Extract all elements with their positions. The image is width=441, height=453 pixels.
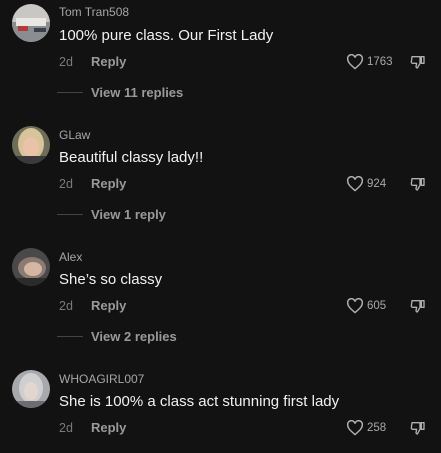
like-button[interactable]: 924 [346, 176, 386, 192]
dislike-button[interactable] [410, 298, 426, 319]
reply-button[interactable]: Reply [91, 54, 126, 69]
thumbs-down-icon [410, 422, 425, 435]
avatar[interactable] [12, 4, 50, 42]
avatar[interactable] [12, 248, 50, 286]
heart-outline-icon [346, 420, 364, 436]
heart-outline-icon [346, 54, 364, 70]
reply-button[interactable]: Reply [91, 298, 126, 313]
comment-text: Beautiful classy lady!! [59, 149, 204, 166]
thumbs-down-icon [410, 178, 425, 191]
view-replies-label: View 2 replies [91, 329, 177, 344]
like-count: 924 [367, 178, 387, 190]
comment-timestamp: 2d [59, 177, 73, 191]
like-count: 1763 [367, 56, 393, 68]
divider [57, 214, 83, 215]
comment-username[interactable]: WHOAGIRL007 [59, 372, 144, 386]
like-button[interactable]: 258 [346, 420, 386, 436]
dislike-button[interactable] [410, 54, 426, 75]
comment-text: She’s so classy [59, 271, 163, 288]
dislike-button[interactable] [410, 176, 426, 197]
reply-button[interactable]: Reply [91, 176, 126, 191]
avatar[interactable] [12, 126, 50, 164]
comment-username[interactable]: Tom Tran508 [59, 5, 129, 19]
dislike-button[interactable] [410, 420, 426, 441]
comment-timestamp: 2d [59, 55, 73, 69]
heart-outline-icon [346, 176, 364, 192]
view-replies-button[interactable]: View 11 replies [57, 85, 183, 100]
view-replies-label: View 11 replies [91, 85, 184, 100]
comment-text: 100% pure class. Our First Lady [59, 27, 274, 44]
divider [57, 336, 83, 337]
like-count: 258 [367, 422, 387, 434]
thumbs-down-icon [410, 300, 425, 313]
comment-username[interactable]: Alex [59, 250, 82, 264]
like-count: 605 [367, 300, 387, 312]
comment-timestamp: 2d [59, 421, 73, 435]
view-replies-label: View 1 reply [91, 207, 166, 222]
comment-text: She is 100% a class act stunning first l… [59, 393, 340, 410]
avatar[interactable] [12, 370, 50, 408]
comment-timestamp: 2d [59, 299, 73, 313]
reply-button[interactable]: Reply [91, 420, 126, 435]
view-replies-button[interactable]: View 1 reply [57, 207, 166, 222]
heart-outline-icon [346, 298, 364, 314]
like-button[interactable]: 605 [346, 298, 386, 314]
thumbs-down-icon [410, 56, 425, 69]
divider [57, 92, 83, 93]
like-button[interactable]: 1763 [346, 54, 393, 70]
view-replies-button[interactable]: View 2 replies [57, 329, 177, 344]
comment-username[interactable]: GLaw [59, 128, 90, 142]
